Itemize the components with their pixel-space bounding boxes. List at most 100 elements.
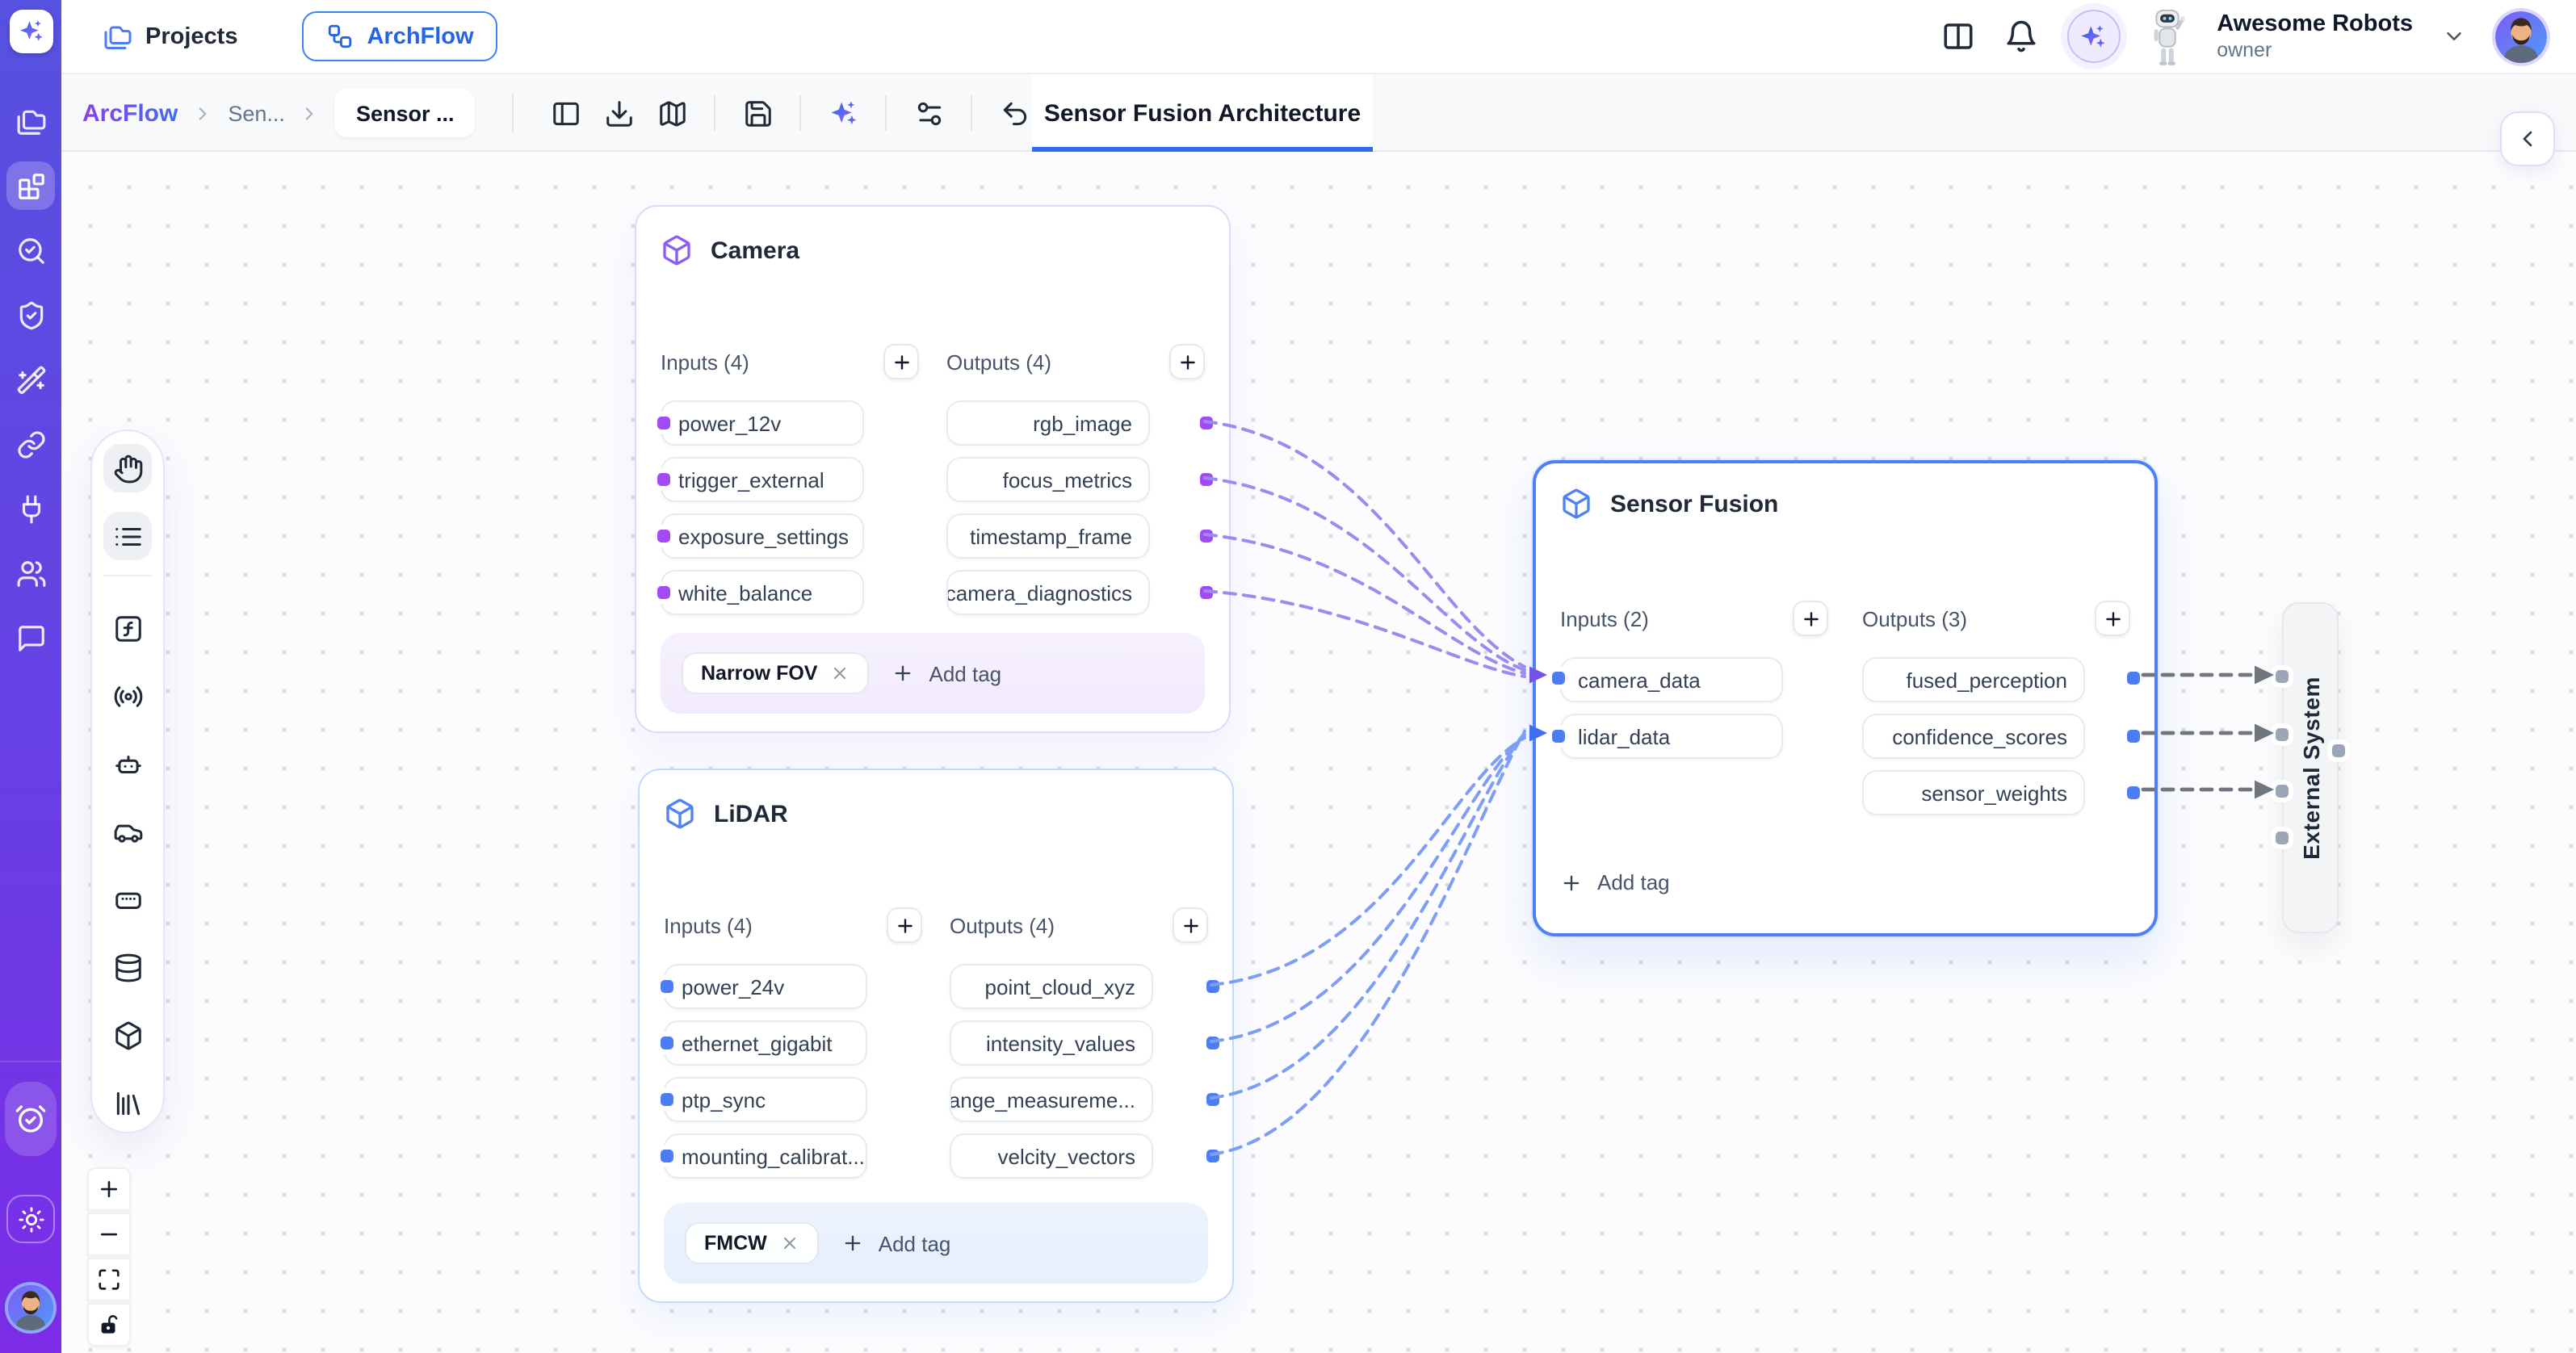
input-port[interactable] <box>661 1093 673 1106</box>
output-row[interactable]: point_cloud_xyz <box>950 964 1153 1009</box>
sidebar-item-chat[interactable] <box>6 614 55 662</box>
output-port[interactable] <box>1200 586 1213 599</box>
input-port[interactable] <box>657 530 670 542</box>
input-port[interactable] <box>2276 728 2289 741</box>
output-row[interactable]: intensity_values <box>950 1020 1153 1066</box>
output-row[interactable]: range_measureme... <box>950 1077 1153 1122</box>
output-port[interactable] <box>2127 730 2140 743</box>
input-port[interactable] <box>2276 831 2289 844</box>
nav-projects[interactable]: Projects <box>103 22 237 51</box>
output-row[interactable]: focus_metrics <box>946 457 1150 502</box>
input-row[interactable]: power_24v <box>664 964 867 1009</box>
add-input-button[interactable] <box>883 344 919 379</box>
undo-button[interactable] <box>993 92 1035 134</box>
add-input-button[interactable] <box>1793 601 1828 636</box>
tool-signal-node[interactable] <box>103 672 152 720</box>
notifications-button[interactable] <box>2003 19 2037 53</box>
node-camera[interactable]: Camera Inputs (4) power_12v trigger_exte… <box>635 205 1231 733</box>
user-avatar[interactable] <box>2495 10 2547 62</box>
tag-chip[interactable]: FMCW <box>685 1222 819 1264</box>
input-port[interactable] <box>657 586 670 599</box>
input-port[interactable] <box>657 417 670 429</box>
add-output-button[interactable] <box>2095 601 2130 636</box>
minimap-button[interactable] <box>651 92 693 134</box>
input-port[interactable] <box>661 1150 673 1162</box>
input-port[interactable] <box>661 980 673 993</box>
panel-toggle-button[interactable] <box>1940 19 1974 53</box>
input-port[interactable] <box>1552 672 1565 685</box>
tool-database-node[interactable] <box>103 943 152 991</box>
input-row[interactable]: ptp_sync <box>664 1077 867 1122</box>
close-icon[interactable] <box>831 664 850 683</box>
collapse-panel-button[interactable] <box>2500 111 2555 166</box>
workspace-menu-button[interactable] <box>2442 24 2466 48</box>
input-row[interactable]: power_12v <box>661 400 864 446</box>
output-port[interactable] <box>2127 786 2140 799</box>
input-row[interactable]: camera_data <box>1560 657 1783 702</box>
tab-sensor-fusion-architecture[interactable]: Sensor Fusion Architecture <box>1032 74 1373 152</box>
input-row[interactable]: trigger_external <box>661 457 864 502</box>
breadcrumb-parent[interactable]: Sen... <box>228 101 285 125</box>
sidebar-item-canvas[interactable] <box>6 161 55 210</box>
sidebar-avatar[interactable] <box>8 1285 53 1330</box>
sidebar-item-integrations[interactable] <box>6 484 55 533</box>
app-logo[interactable] <box>9 10 52 53</box>
node-lidar[interactable]: LiDAR Inputs (4) power_24v ethernet_giga… <box>638 769 1234 1303</box>
tool-vehicle-node[interactable] <box>103 807 152 856</box>
output-port[interactable] <box>1206 1037 1219 1049</box>
breadcrumb-root[interactable]: ArcFlow <box>82 99 178 127</box>
add-input-button[interactable] <box>887 907 922 943</box>
sidebar-item-links[interactable] <box>6 420 55 468</box>
tool-robot-node[interactable] <box>103 739 152 788</box>
tool-function-node[interactable] <box>103 604 152 652</box>
add-tag-button[interactable]: Add tag <box>841 1231 951 1255</box>
sidebar-item-search[interactable] <box>6 226 55 274</box>
output-row[interactable]: sensor_weights <box>1862 770 2085 815</box>
output-port[interactable] <box>1206 980 1219 993</box>
input-row[interactable]: lidar_data <box>1560 714 1783 759</box>
output-port[interactable] <box>1200 417 1213 429</box>
tool-box-node[interactable] <box>103 1011 152 1059</box>
layout-panel-button[interactable] <box>544 92 586 134</box>
input-port[interactable] <box>2276 785 2289 798</box>
tool-list[interactable] <box>103 512 152 560</box>
tool-controller-node[interactable] <box>103 875 152 924</box>
add-output-button[interactable] <box>1169 344 1205 379</box>
input-port[interactable] <box>661 1037 673 1049</box>
export-button[interactable] <box>598 92 640 134</box>
flow-canvas[interactable] <box>61 152 2576 1353</box>
output-port[interactable] <box>2127 672 2140 685</box>
output-row[interactable]: timestamp_frame <box>946 513 1150 559</box>
input-port[interactable] <box>657 473 670 486</box>
settings-button[interactable] <box>908 92 950 134</box>
add-output-button[interactable] <box>1173 907 1208 943</box>
output-row[interactable]: velcity_vectors <box>950 1133 1153 1179</box>
fit-view-button[interactable] <box>87 1258 131 1301</box>
close-icon[interactable] <box>780 1234 799 1253</box>
output-row[interactable]: camera_diagnostics <box>946 570 1150 615</box>
zoom-out-button[interactable] <box>87 1213 131 1256</box>
lock-button[interactable] <box>87 1303 131 1347</box>
input-row[interactable]: ethernet_gigabit <box>664 1020 867 1066</box>
output-port[interactable] <box>1200 473 1213 486</box>
sidebar-item-magic[interactable] <box>6 355 55 404</box>
sidebar-item-reminders[interactable] <box>5 1082 57 1156</box>
input-port[interactable] <box>1552 730 1565 743</box>
sidebar-item-team[interactable] <box>6 549 55 597</box>
output-row[interactable]: rgb_image <box>946 400 1150 446</box>
output-port[interactable] <box>1200 530 1213 542</box>
theme-toggle-button[interactable] <box>6 1195 55 1243</box>
node-sensor-fusion[interactable]: Sensor Fusion Inputs (2) camera_data lid… <box>1533 460 2158 936</box>
output-port[interactable] <box>1206 1150 1219 1162</box>
tool-pan[interactable] <box>103 444 152 492</box>
add-tag-button[interactable]: Add tag <box>1560 870 1670 894</box>
input-row[interactable]: mounting_calibrat... <box>664 1133 867 1179</box>
tool-library[interactable] <box>103 1079 152 1127</box>
output-row[interactable]: confidence_scores <box>1862 714 2085 759</box>
breadcrumb-current[interactable]: Sensor ... <box>335 89 476 137</box>
output-port[interactable] <box>2332 744 2345 757</box>
output-row[interactable]: fused_perception <box>1862 657 2085 702</box>
nav-archflow-button[interactable]: ArchFlow <box>302 11 497 61</box>
ai-assistant-button[interactable] <box>2066 10 2120 63</box>
output-port[interactable] <box>1206 1093 1219 1106</box>
